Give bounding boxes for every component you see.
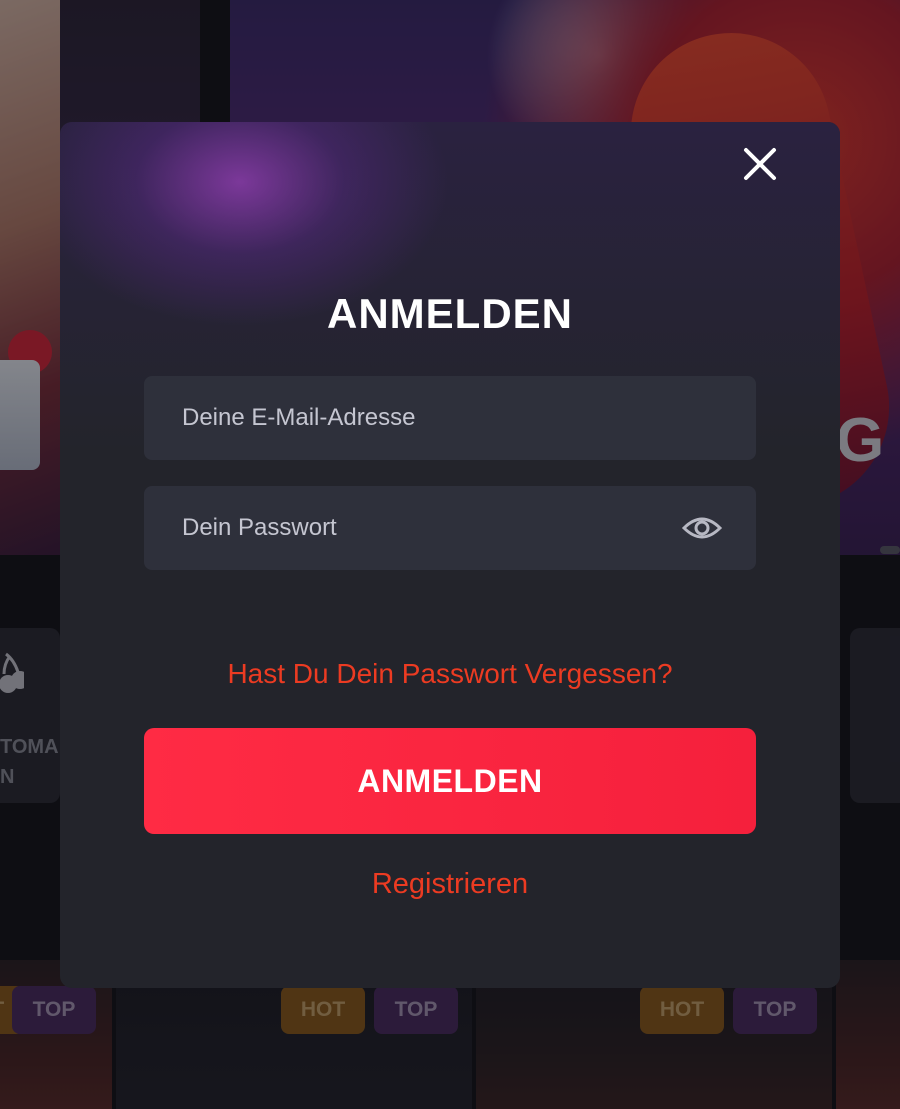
login-modal: ANMELDEN Hast Du Dein Passwort Vergessen… — [60, 122, 840, 988]
password-field[interactable] — [144, 486, 756, 570]
eye-icon[interactable] — [681, 510, 723, 546]
register-link[interactable]: Registrieren — [60, 868, 840, 901]
email-field-container — [144, 376, 756, 460]
modal-title: ANMELDEN — [327, 290, 573, 337]
email-field[interactable] — [144, 376, 756, 460]
password-field-container — [144, 486, 756, 570]
forgot-password-link[interactable]: Hast Du Dein Passwort Vergessen? — [60, 658, 840, 690]
close-icon[interactable] — [740, 144, 780, 184]
login-button[interactable]: ANMELDEN — [144, 728, 756, 834]
